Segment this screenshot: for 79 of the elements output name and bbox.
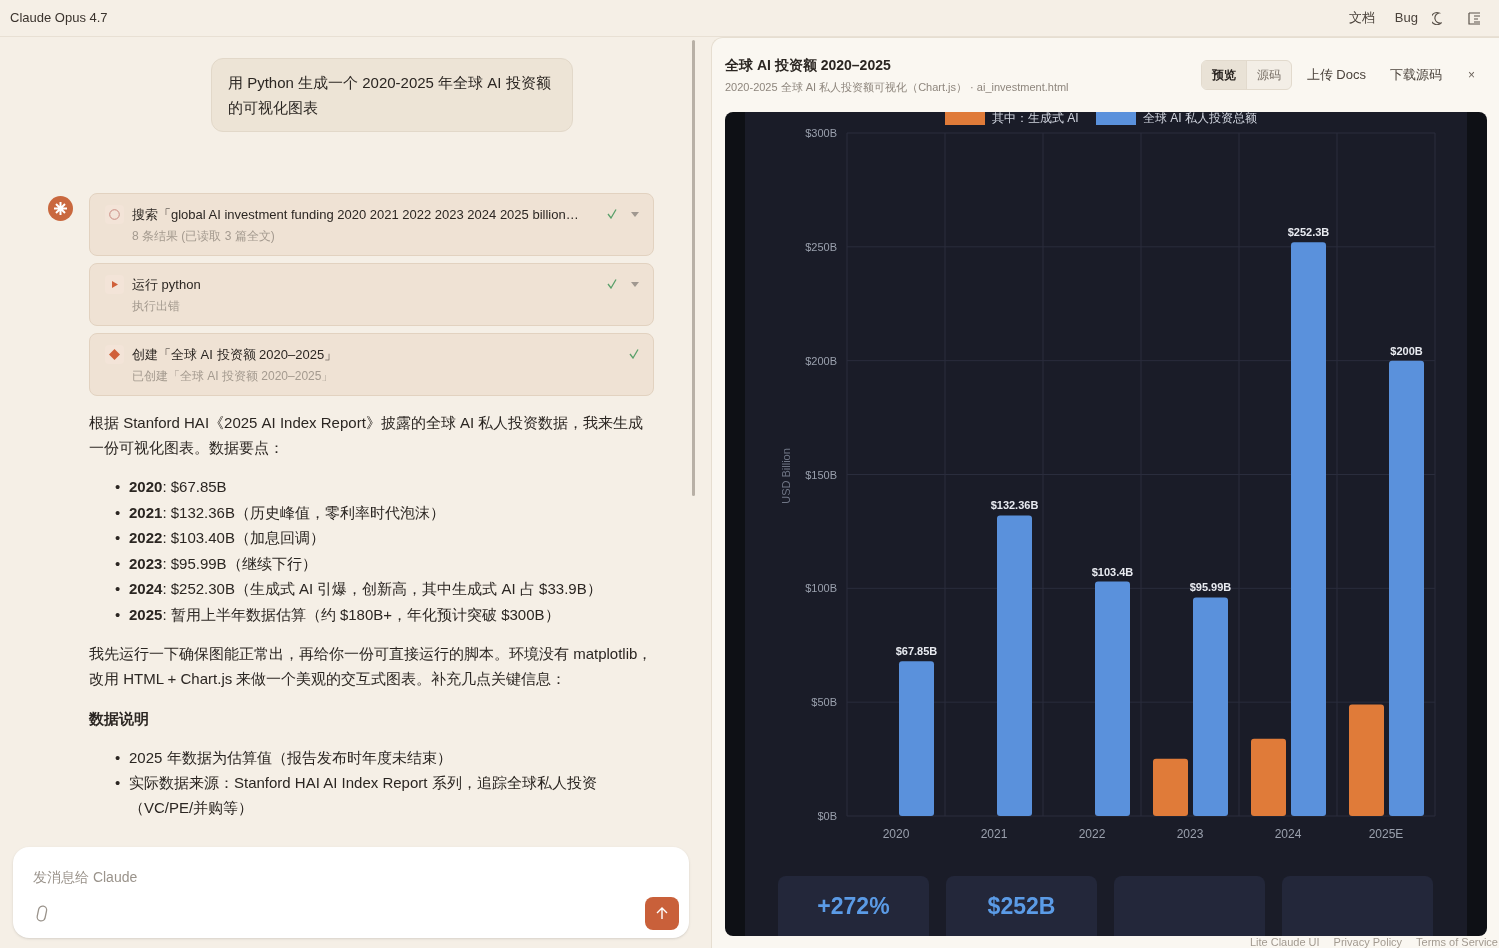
tool-call-title: 创建「全球 AI 投资额 2020–2025」 <box>132 346 339 364</box>
bullet: • <box>115 477 122 497</box>
x-tick-label: 2021 <box>980 827 1008 841</box>
tool-call-title: 运行 python <box>132 276 202 294</box>
y-tick-label: $150B <box>805 468 837 481</box>
bullet: • <box>115 579 122 599</box>
panel-icon[interactable] <box>1468 11 1481 25</box>
x-tick-label: 2020 <box>882 827 910 841</box>
action-link[interactable]: 上传 Docs <box>1306 65 1366 85</box>
scrollbar[interactable] <box>692 40 695 496</box>
caret-icon[interactable] <box>631 281 639 287</box>
x-tick-label: 2022 <box>1078 827 1106 841</box>
bullet: • <box>115 553 122 574</box>
x-tick-label: 2023 <box>1176 827 1204 841</box>
tool-call-card[interactable]: 创建「全球 AI 投资额 2020–2025」 已创建「全球 AI 投资额 2020–2025」 <box>89 333 654 396</box>
claude-logo-icon <box>48 196 73 221</box>
list-item: 2025 年数据为估算值（报告发布时年度未结束） <box>129 748 452 768</box>
list-item: 2024: $252.30B（生成式 AI 引爆，创新高，其中生成式 AI 占 $33.9B） <box>129 579 602 599</box>
y-tick-label: $50B <box>811 696 837 709</box>
view-tab[interactable]: 预览 <box>1201 61 1246 89</box>
tool-call-subtitle: 执行出错 <box>132 298 181 315</box>
value-label: $132.36B <box>990 499 1039 512</box>
legend-label: 其中：生成式 AI <box>992 112 1079 125</box>
list-item: 2025: 暂用上半年数据估算（约 $180B+，年化预计突破 $300B） <box>129 604 560 625</box>
caret-icon[interactable] <box>631 211 639 217</box>
value-label: $67.85B <box>895 645 938 658</box>
arrow-up-icon <box>656 907 668 920</box>
legend-label: 全球 AI 私人投资总额 <box>1143 112 1257 125</box>
send-button[interactable] <box>645 897 679 930</box>
paragraph: 我先运行一下确保图能正常出，再给你一份可直接运行的脚本。环境没有 matplotlib，改用 HTML + Chart.js 来做一个美观的交互式图表。补充几点关键信息： <box>89 644 654 689</box>
value-label: $200B <box>1390 344 1423 357</box>
tool-call-subtitle: 8 条结果 (已读取 3 篇全文) <box>132 228 276 245</box>
bullet: • <box>115 502 122 523</box>
play-icon <box>111 281 118 288</box>
list-item: 2021: $132.36B（历史峰值，零利率时代泡沫） <box>129 502 445 523</box>
list-item: 2023: $95.99B（继续下行） <box>129 553 317 574</box>
close-button[interactable]: × <box>1468 66 1475 84</box>
legend-swatch <box>945 112 985 125</box>
bullet: • <box>115 528 122 548</box>
list-item: 实际数据来源：Stanford HAI AI Index Report 系列，追踪全球私人投资（VC/PE/并购等） <box>129 773 598 818</box>
tool-call-card[interactable]: 搜索「global AI investment funding 2020 2021 2022 2023 2024 2025 billion… 8 条结果 (已读取 3 篇全文) <box>89 193 654 256</box>
bullet: • <box>115 604 122 625</box>
list-item: 2020: $67.85B <box>129 477 227 497</box>
circle-icon <box>109 209 120 220</box>
y-tick-label: $0B <box>817 810 837 822</box>
placeholder: 发消息给 Claude <box>33 868 138 887</box>
stat-value: $252B <box>987 892 1056 921</box>
value-label: $103.4B <box>1091 565 1134 578</box>
x-tick-label: 2024 <box>1274 827 1302 841</box>
bar <box>1153 758 1188 816</box>
y-tick-label: $300B <box>805 127 837 139</box>
artifact-subtitle: 2020-2025 全球 AI 私人投资额可视化（Chart.js） · ai_investment.html <box>725 79 1069 95</box>
value-label: $95.99B <box>1189 581 1232 594</box>
action-link[interactable]: 下载源码 <box>1390 65 1442 85</box>
nav-link[interactable]: Bug <box>1394 8 1418 28</box>
y-tick-label: $100B <box>805 582 837 595</box>
value-label: $252.3B <box>1287 226 1330 239</box>
user-message: 用 Python 生成一个 2020-2025 年全球 AI 投资额的可视化图表 <box>211 58 573 132</box>
bullet: • <box>115 773 122 793</box>
legend-swatch <box>1096 112 1136 125</box>
artifact-title: 全球 AI 投资额 2020–2025 <box>725 55 892 75</box>
paperclip-icon[interactable] <box>36 905 48 922</box>
tool-call-card[interactable]: 运行 python 执行出错 <box>89 263 654 326</box>
moon-icon[interactable] <box>1432 11 1442 25</box>
model-name: Claude Opus 4.7 <box>10 9 108 28</box>
y-axis-label: USD Billion <box>780 448 792 504</box>
tool-call-subtitle: 已创建「全球 AI 投资额 2020–2025」 <box>132 368 335 385</box>
nav-link[interactable]: 文档 <box>1348 8 1375 28</box>
stat-value: +272% <box>817 892 890 921</box>
diamond-icon <box>109 349 120 360</box>
x-tick-label: 2025E <box>1368 827 1404 841</box>
view-tab[interactable]: 源码 <box>1245 61 1291 89</box>
paragraph: 根据 Stanford HAI《2025 AI Index Report》披露的全球 AI 私人投资数据，我来生成一份可视化图表。数据要点： <box>89 413 645 458</box>
section-heading: 数据说明 <box>89 709 150 729</box>
tool-call-title: 搜索「global AI investment funding 2020 2021 2022 2023 2024 2025 billion… <box>132 206 580 224</box>
y-tick-label: $250B <box>805 240 837 253</box>
list-item: 2022: $103.40B（加息回调） <box>129 528 325 548</box>
y-tick-label: $200B <box>805 354 837 367</box>
bullet: • <box>115 748 122 768</box>
